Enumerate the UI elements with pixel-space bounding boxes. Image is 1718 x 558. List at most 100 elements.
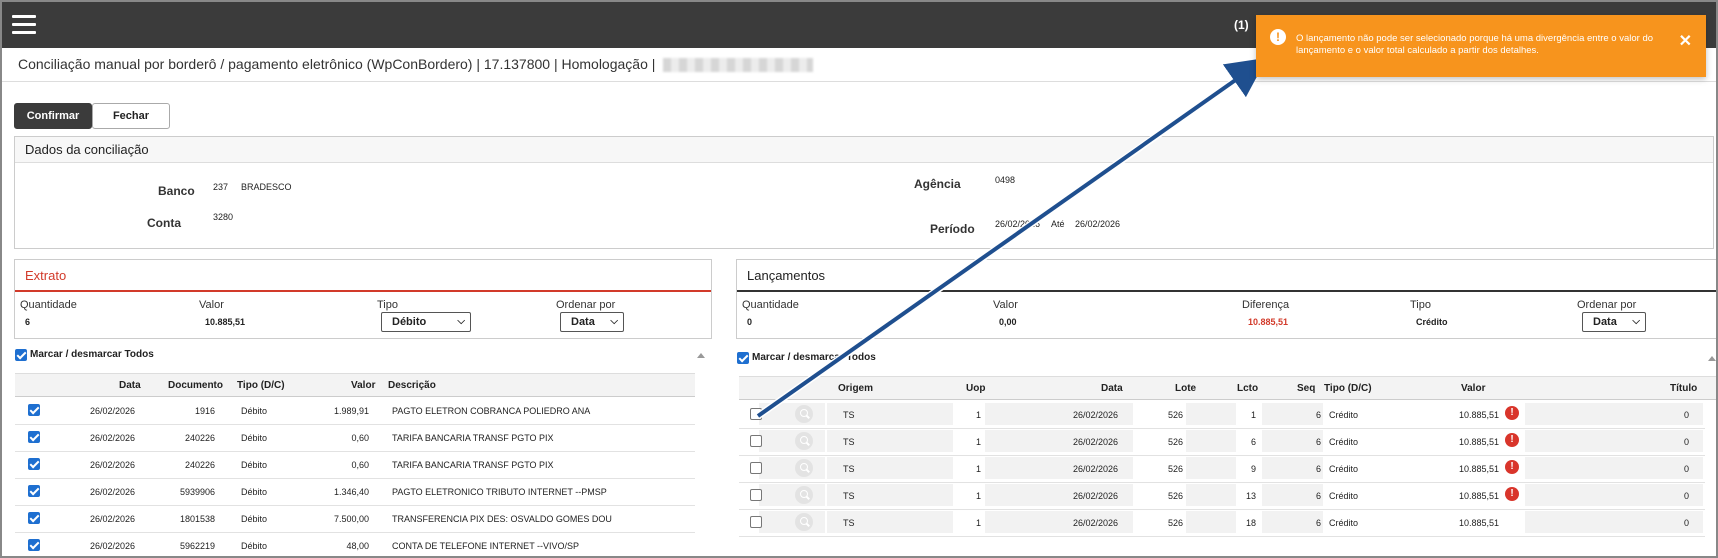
col-documento[interactable]: Documento (168, 380, 223, 391)
period-until-label: Até (1051, 219, 1065, 229)
close-icon[interactable]: ✕ (1679, 31, 1692, 51)
extrato-row[interactable]: 26/02/2026 5962219 Débito 48,00 CONTA DE TEL… (15, 533, 695, 556)
row-type: Débito (241, 460, 268, 470)
row-lcto: 1 (1250, 410, 1256, 420)
chevron-down-icon: ⌵ (1632, 316, 1640, 327)
col-descricao[interactable]: Descrição (388, 380, 436, 391)
row-checkbox[interactable] (750, 489, 762, 501)
row-checkbox[interactable] (750, 462, 762, 474)
row-value: 48,00 (346, 541, 369, 551)
row-date: 26/02/2026 (1073, 464, 1119, 474)
col-uop[interactable]: Uop (966, 383, 985, 394)
row-checkbox[interactable] (750, 516, 762, 528)
row-value: 10.885,51 (1458, 464, 1499, 474)
extrato-row[interactable]: 26/02/2026 1801538 Débito 7.500,00 TRANSFERE… (15, 506, 695, 533)
extrato-type-select[interactable]: Débito ⌵ (381, 312, 471, 332)
row-date: 26/02/2026 (1073, 437, 1119, 447)
row-date: 26/02/2026 (90, 406, 136, 416)
row-document: 1801538 (179, 514, 215, 524)
row-origin: TS (843, 518, 855, 528)
col-origem[interactable]: Origem (838, 383, 873, 394)
lanc-row[interactable]: TS 1 26/02/2026 526 1 6 Crédito 10.885,51! 0 (739, 402, 1705, 429)
row-document: 1916 (194, 406, 215, 416)
row-checkbox[interactable] (28, 539, 40, 551)
period-to: 26/02/2026 (1075, 219, 1121, 229)
extrato-order-selected: Data (571, 316, 595, 328)
redacted-environment (663, 58, 814, 73)
col-valor[interactable]: Valor (351, 380, 375, 391)
col-valor[interactable]: Valor (1461, 383, 1485, 394)
lanc-select-all-label[interactable]: Marcar / desmarcar Todos (752, 352, 876, 363)
error-icon[interactable]: ! (1505, 487, 1519, 501)
row-checkbox[interactable] (750, 408, 762, 420)
app-window: (1) Conciliação manual por borderô / pag… (0, 0, 1718, 558)
search-icon[interactable] (795, 486, 813, 504)
lanc-collapse-icon[interactable] (1708, 356, 1716, 361)
row-type: Crédito (1329, 464, 1359, 474)
error-icon[interactable]: ! (1505, 433, 1519, 447)
bank-label: Banco (158, 184, 195, 198)
col-titulo[interactable]: Título (1670, 383, 1697, 394)
row-value: 10.885,51 (1458, 491, 1499, 501)
row-checkbox[interactable] (28, 458, 40, 470)
row-lote: 526 (1167, 491, 1183, 501)
extrato-value-value: 10.885,51 (205, 317, 246, 327)
lanc-order-select[interactable]: Data ⌵ (1582, 312, 1646, 332)
row-checkbox[interactable] (28, 512, 40, 524)
extrato-row[interactable]: 26/02/2026 240226 Débito 0,60 TARIFA BANCARI… (15, 452, 695, 479)
search-icon[interactable] (795, 432, 813, 450)
row-checkbox[interactable] (28, 431, 40, 443)
row-description: PAGTO ELETRON COBRANCA POLIEDRO ANA (392, 406, 591, 416)
notification-count[interactable]: (1) (1234, 18, 1249, 32)
row-value: 1.989,91 (333, 406, 369, 416)
extrato-order-select[interactable]: Data ⌵ (560, 312, 624, 332)
lanc-select-all-checkbox[interactable] (737, 352, 749, 364)
row-checkbox[interactable] (28, 404, 40, 416)
lanc-type-label: Tipo (1410, 299, 1431, 311)
menu-icon[interactable] (12, 15, 36, 35)
lanc-row[interactable]: TS 1 26/02/2026 526 13 6 Crédito 10.885,51! 0 (739, 483, 1705, 510)
lanc-row[interactable]: TS 1 26/02/2026 526 6 6 Crédito 10.885,51! 0 (739, 429, 1705, 456)
row-checkbox[interactable] (28, 485, 40, 497)
row-origin: TS (843, 437, 855, 447)
row-value: 10.885,51 (1458, 518, 1499, 528)
col-seq[interactable]: Seq (1297, 383, 1315, 394)
bank-code: 237 (213, 182, 229, 192)
lanc-qty-label: Quantidade (742, 299, 799, 311)
row-uop: 1 (975, 410, 981, 420)
row-origin: TS (843, 491, 855, 501)
col-lote[interactable]: Lote (1175, 383, 1196, 394)
extrato-qty-value: 6 (25, 317, 31, 327)
confirm-button[interactable]: Confirmar (14, 103, 92, 129)
row-document: 5962219 (179, 541, 215, 551)
agency-label: Agência (914, 177, 961, 191)
extrato-row[interactable]: 26/02/2026 1916 Débito 1.989,91 PAGTO ELETRO… (15, 398, 695, 425)
col-data[interactable]: Data (1101, 383, 1123, 394)
row-type: Crédito (1329, 437, 1359, 447)
search-icon[interactable] (795, 405, 813, 423)
extrato-select-all-checkbox[interactable] (15, 349, 27, 361)
close-button[interactable]: Fechar (92, 103, 170, 129)
col-tipo[interactable]: Tipo (D/C) (237, 380, 285, 391)
col-data[interactable]: Data (119, 380, 141, 391)
extrato-row[interactable]: 26/02/2026 240226 Débito 0,60 TARIFA BANCARI… (15, 425, 695, 452)
row-type: Débito (241, 433, 268, 443)
col-tipo[interactable]: Tipo (D/C) (1324, 383, 1372, 394)
lanc-qty-value: 0 (747, 317, 753, 327)
lanc-order-selected: Data (1593, 316, 1617, 328)
extrato-select-all-label[interactable]: Marcar / desmarcar Todos (30, 349, 154, 360)
search-icon[interactable] (795, 513, 813, 531)
row-document: 240226 (184, 433, 215, 443)
lanc-row[interactable]: TS 1 26/02/2026 526 9 6 Crédito 10.885,51! 0 (739, 456, 1705, 483)
error-icon[interactable]: ! (1505, 460, 1519, 474)
extrato-collapse-icon[interactable] (697, 353, 705, 358)
col-lcto[interactable]: Lcto (1237, 383, 1258, 394)
error-icon[interactable]: ! (1505, 406, 1519, 420)
page-title: Conciliação manual por borderô / pagamen… (18, 56, 814, 73)
search-icon[interactable] (795, 459, 813, 477)
row-type: Crédito (1329, 491, 1359, 501)
row-checkbox[interactable] (750, 435, 762, 447)
extrato-row[interactable]: 26/02/2026 5939906 Débito 1.346,40 PAGTO ELE… (15, 479, 695, 506)
lanc-row[interactable]: TS 1 26/02/2026 526 18 6 Crédito 10.885,51 0 (739, 510, 1705, 537)
row-uop: 1 (975, 518, 981, 528)
